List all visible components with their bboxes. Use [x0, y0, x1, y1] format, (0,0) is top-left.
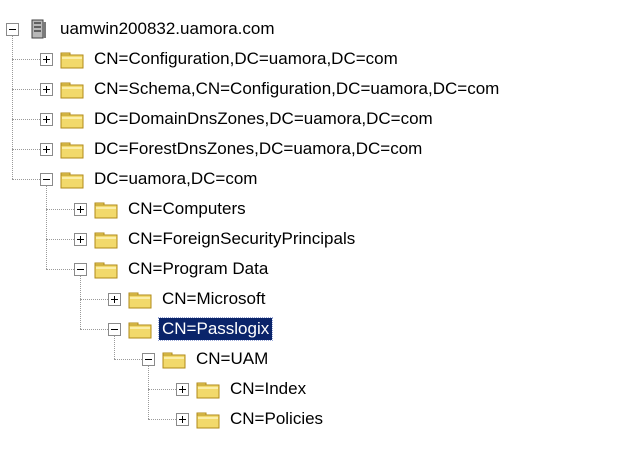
tree-connector [80, 329, 108, 330]
plus-box-icon[interactable] [40, 112, 53, 126]
plus-box-icon[interactable] [176, 412, 189, 426]
tree-node[interactable]: DC=ForestDnsZones,DC=uamora,DC=com [40, 134, 425, 164]
tree-connector [80, 299, 108, 300]
minus-box-icon[interactable] [108, 322, 121, 336]
folder-icon [128, 292, 152, 309]
plus-box-icon[interactable] [108, 292, 121, 306]
tree-node-label: CN=Schema,CN=Configuration,DC=uamora,DC=… [94, 79, 500, 98]
tree-connector [46, 186, 47, 269]
folder-icon [94, 202, 118, 219]
tree-connector [46, 269, 74, 270]
tree-connector [12, 149, 40, 150]
tree-node[interactable]: CN=Index [176, 374, 309, 404]
tree-node-label: CN=Computers [128, 199, 246, 218]
server-icon [31, 19, 46, 39]
folder-icon [94, 232, 118, 249]
tree-root-node[interactable]: uamwin200832.uamora.com [6, 14, 278, 44]
minus-box-icon[interactable] [142, 352, 155, 366]
tree-node-label: CN=UAM [196, 349, 269, 368]
minus-box-icon[interactable] [74, 262, 87, 276]
tree-connector [12, 59, 40, 60]
tree-root-label: uamwin200832.uamora.com [60, 19, 275, 38]
plus-box-icon[interactable] [74, 202, 87, 216]
tree-node[interactable]: CN=Passlogix [108, 314, 274, 344]
plus-box-icon[interactable] [40, 82, 53, 96]
tree-node[interactable]: CN=Schema,CN=Configuration,DC=uamora,DC=… [40, 74, 502, 104]
tree-connector [12, 89, 40, 90]
folder-icon [60, 172, 84, 189]
plus-box-icon[interactable] [40, 52, 53, 66]
tree-node-label: CN=Microsoft [162, 289, 266, 308]
folder-icon [196, 382, 220, 399]
plus-box-icon[interactable] [176, 382, 189, 396]
folder-icon [162, 352, 186, 369]
tree-connector [46, 209, 74, 210]
plus-box-icon[interactable] [40, 142, 53, 156]
folder-icon [94, 262, 118, 279]
folder-icon [196, 412, 220, 429]
tree-node-label: CN=Program Data [128, 259, 269, 278]
tree-connector [12, 179, 40, 180]
tree-connector [114, 359, 142, 360]
tree-node-label: DC=ForestDnsZones,DC=uamora,DC=com [94, 139, 423, 158]
folder-icon [60, 112, 84, 129]
tree-connector [12, 119, 40, 120]
folder-icon [60, 52, 84, 69]
folder-icon [128, 322, 152, 339]
tree-node[interactable]: DC=uamora,DC=com [40, 164, 260, 194]
tree-node[interactable]: CN=Program Data [74, 254, 271, 284]
tree-node-label: CN=ForeignSecurityPrincipals [128, 229, 356, 248]
tree-node-label: CN=Passlogix [157, 317, 274, 341]
tree-node[interactable]: CN=Computers [74, 194, 249, 224]
tree-node-label: DC=DomainDnsZones,DC=uamora,DC=com [94, 109, 433, 128]
tree-connector [46, 239, 74, 240]
tree-node-label: CN=Policies [230, 409, 324, 428]
minus-box-icon[interactable] [6, 22, 19, 36]
tree-node-label: CN=Index [230, 379, 307, 398]
tree-connector [148, 389, 176, 390]
directory-tree: uamwin200832.uamora.com CN=Configuration… [0, 0, 623, 455]
tree-node[interactable]: CN=UAM [142, 344, 271, 374]
tree-node[interactable]: CN=ForeignSecurityPrincipals [74, 224, 358, 254]
folder-icon [60, 82, 84, 99]
folder-icon [60, 142, 84, 159]
tree-node[interactable]: CN=Microsoft [108, 284, 268, 314]
tree-node[interactable]: CN=Policies [176, 404, 326, 434]
minus-box-icon[interactable] [40, 172, 53, 186]
tree-node-label: CN=Configuration,DC=uamora,DC=com [94, 49, 398, 68]
plus-box-icon[interactable] [74, 232, 87, 246]
tree-node[interactable]: DC=DomainDnsZones,DC=uamora,DC=com [40, 104, 436, 134]
tree-node[interactable]: CN=Configuration,DC=uamora,DC=com [40, 44, 401, 74]
tree-connector [148, 419, 176, 420]
tree-connector [12, 36, 13, 179]
tree-node-label: DC=uamora,DC=com [94, 169, 258, 188]
